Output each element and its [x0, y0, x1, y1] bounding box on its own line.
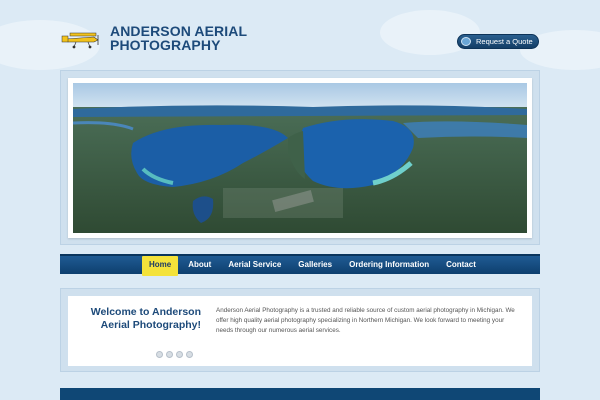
site-header: ANDERSON AERIAL PHOTOGRAPHY Request a Qu…	[0, 0, 600, 70]
hero-banner	[60, 70, 540, 245]
footer-bar	[60, 388, 540, 400]
brand-line-1: ANDERSON AERIAL	[110, 23, 248, 39]
nav-item-contact[interactable]: Contact	[439, 256, 483, 276]
welcome-body-text: Anderson Aerial Photography is a trusted…	[216, 307, 515, 334]
request-quote-button[interactable]: Request a Quote	[457, 34, 539, 49]
nav-item-ordering-information[interactable]: Ordering Information	[342, 256, 436, 276]
site-logo[interactable]: ANDERSON AERIAL PHOTOGRAPHY	[60, 24, 247, 52]
slider-dot[interactable]	[156, 351, 163, 358]
brand-line-2: PHOTOGRAPHY	[110, 37, 221, 53]
nav-item-aerial-service[interactable]: Aerial Service	[221, 256, 288, 276]
nav-item-home[interactable]: Home	[142, 256, 179, 276]
airplane-logo-icon	[61, 32, 99, 49]
slider-dot[interactable]	[166, 351, 173, 358]
slider-dot[interactable]	[176, 351, 183, 358]
main-navigation: Home About Aerial Service Galleries Orde…	[60, 254, 540, 276]
welcome-panel: Welcome to Anderson Aerial Photography! …	[68, 296, 532, 366]
nav-item-about[interactable]: About	[181, 256, 218, 276]
request-quote-label: Request a Quote	[476, 37, 533, 46]
nav-item-galleries[interactable]: Galleries	[291, 256, 339, 276]
welcome-heading: Welcome to Anderson Aerial Photography!	[90, 306, 201, 331]
aerial-lake-photo	[73, 83, 527, 233]
slider-pagination	[156, 351, 193, 358]
circle-bullet-icon	[461, 37, 471, 46]
slider-dot[interactable]	[186, 351, 193, 358]
welcome-section: Welcome to Anderson Aerial Photography! …	[60, 288, 540, 372]
hero-photo-frame	[68, 78, 532, 238]
brand-name: ANDERSON AERIAL PHOTOGRAPHY	[110, 24, 247, 52]
